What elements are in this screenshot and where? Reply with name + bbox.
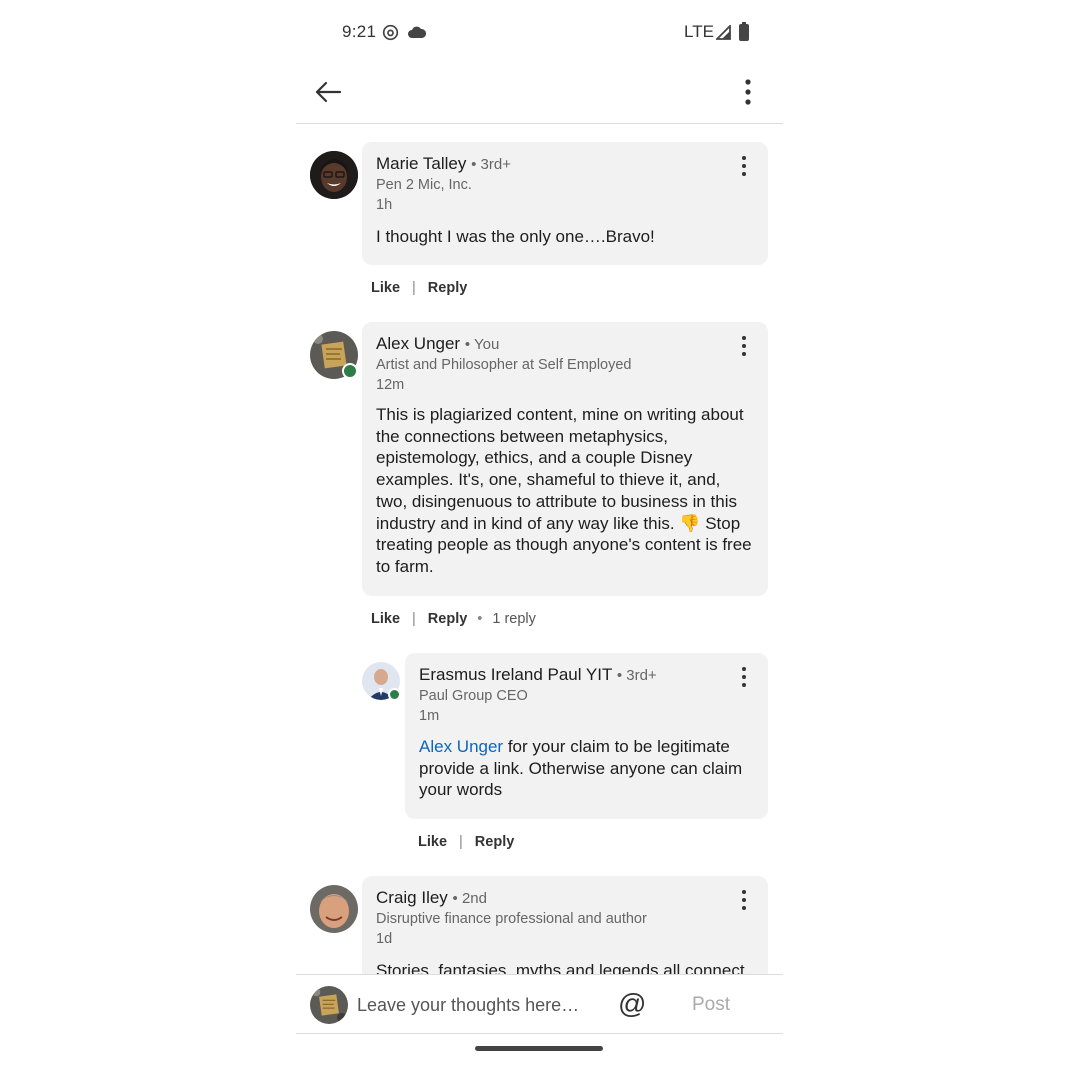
more-options-button[interactable] <box>732 72 764 112</box>
comment-more-button[interactable] <box>736 154 752 178</box>
network-type: LTE <box>684 22 714 41</box>
reply-more-button[interactable] <box>736 665 752 689</box>
reply-actions: Like | Reply <box>418 834 514 850</box>
online-status-indicator <box>388 688 401 701</box>
replies-count-link[interactable]: 1 reply <box>492 611 536 627</box>
connection-degree: • 3rd+ <box>471 156 511 173</box>
action-separator: | <box>412 280 416 296</box>
back-button[interactable] <box>310 74 346 110</box>
avatar-marie-talley[interactable] <box>310 151 358 199</box>
author-headline: Disruptive finance professional and auth… <box>376 911 647 927</box>
profile-photo-craig <box>310 885 358 933</box>
author-line: Erasmus Ireland Paul YIT • 3rd+ <box>419 665 657 685</box>
like-button[interactable]: Like <box>418 834 447 850</box>
avatar-craig-iley[interactable] <box>310 885 358 933</box>
comment-bubble: Marie Talley • 3rd+ Pen 2 Mic, Inc. 1h I… <box>362 142 768 265</box>
like-button[interactable]: Like <box>371 280 400 296</box>
author-line: Marie Talley • 3rd+ <box>376 154 511 174</box>
mention-link[interactable]: Alex Unger <box>419 737 503 756</box>
comment-more-button[interactable] <box>736 888 752 912</box>
status-bar: 9:21 LTE <box>296 0 783 64</box>
comment-input[interactable] <box>357 993 587 1017</box>
like-button[interactable]: Like <box>371 611 400 627</box>
author-name[interactable]: Erasmus Ireland Paul YIT <box>419 665 612 684</box>
status-time: 9:21 <box>342 22 377 41</box>
comment-bubble: Alex Unger • You Artist and Philosopher … <box>362 322 768 596</box>
threads-icon <box>382 24 399 41</box>
profile-photo-marie <box>310 151 358 199</box>
author-name[interactable]: Marie Talley <box>376 154 466 173</box>
comment-actions: Like | Reply • 1 reply <box>371 611 536 627</box>
author-line: Craig Iley • 2nd <box>376 888 487 908</box>
comment-time: 12m <box>376 377 405 393</box>
back-arrow-icon <box>315 81 342 103</box>
author-line: Alex Unger • You <box>376 334 499 354</box>
comment-marie-talley: Marie Talley • 3rd+ Pen 2 Mic, Inc. 1h I… <box>296 140 783 305</box>
author-name[interactable]: Craig Iley <box>376 888 448 907</box>
connection-degree: • You <box>464 336 500 353</box>
reply-button[interactable]: Reply <box>428 280 468 296</box>
reply-bubble: Erasmus Ireland Paul YIT • 3rd+ Paul Gro… <box>405 653 768 819</box>
comment-composer: @ Post <box>296 974 783 1034</box>
comment-craig-iley: Craig Iley • 2nd Disruptive finance prof… <box>296 874 783 974</box>
comment-actions: Like | Reply <box>371 280 467 296</box>
comment-time: 1h <box>376 197 393 213</box>
reply-text: Alex Unger for your claim to be legitima… <box>419 736 753 801</box>
battery-icon <box>739 22 749 41</box>
online-status-indicator <box>342 363 358 379</box>
author-headline: Pen 2 Mic, Inc. <box>376 177 472 193</box>
comment-alex-unger: Alex Unger • You Artist and Philosopher … <box>296 320 783 640</box>
comment-bubble: Craig Iley • 2nd Disruptive finance prof… <box>362 876 768 974</box>
home-indicator[interactable] <box>475 1046 603 1051</box>
reply-erasmus-ireland-paul: Erasmus Ireland Paul YIT • 3rd+ Paul Gro… <box>296 651 783 861</box>
comment-text: This is plagiarized content, mine on wri… <box>376 405 752 576</box>
action-separator: | <box>412 611 416 627</box>
action-dot-separator: • <box>477 611 483 627</box>
comment-text: I thought I was the only one….Bravo! <box>376 227 655 246</box>
author-headline: Paul Group CEO <box>419 688 528 704</box>
comment-time: 1d <box>376 931 393 947</box>
signal-icon <box>716 25 731 40</box>
connection-degree: • 3rd+ <box>616 667 657 684</box>
profile-photo-self <box>310 986 348 1024</box>
post-button[interactable]: Post <box>692 994 730 1016</box>
more-vertical-icon <box>745 79 751 105</box>
author-headline: Artist and Philosopher at Self Employed <box>376 357 632 373</box>
composer-avatar <box>310 986 348 1024</box>
comment-more-button[interactable] <box>736 334 752 358</box>
comment-text: Stories, fantasies, myths and legends al… <box>376 961 745 974</box>
mention-button[interactable]: @ <box>618 989 646 1019</box>
cloud-icon <box>408 26 426 38</box>
reply-button[interactable]: Reply <box>475 834 515 850</box>
connection-degree: • 2nd <box>452 890 487 907</box>
action-separator: | <box>459 834 463 850</box>
comment-time: 1m <box>419 708 440 724</box>
top-app-bar <box>296 64 783 124</box>
reply-button[interactable]: Reply <box>428 611 468 627</box>
author-name[interactable]: Alex Unger <box>376 334 460 353</box>
phone-screen: 9:21 LTE Marie Talley • 3rd+ Pen 2 Mic, … <box>296 0 783 1079</box>
